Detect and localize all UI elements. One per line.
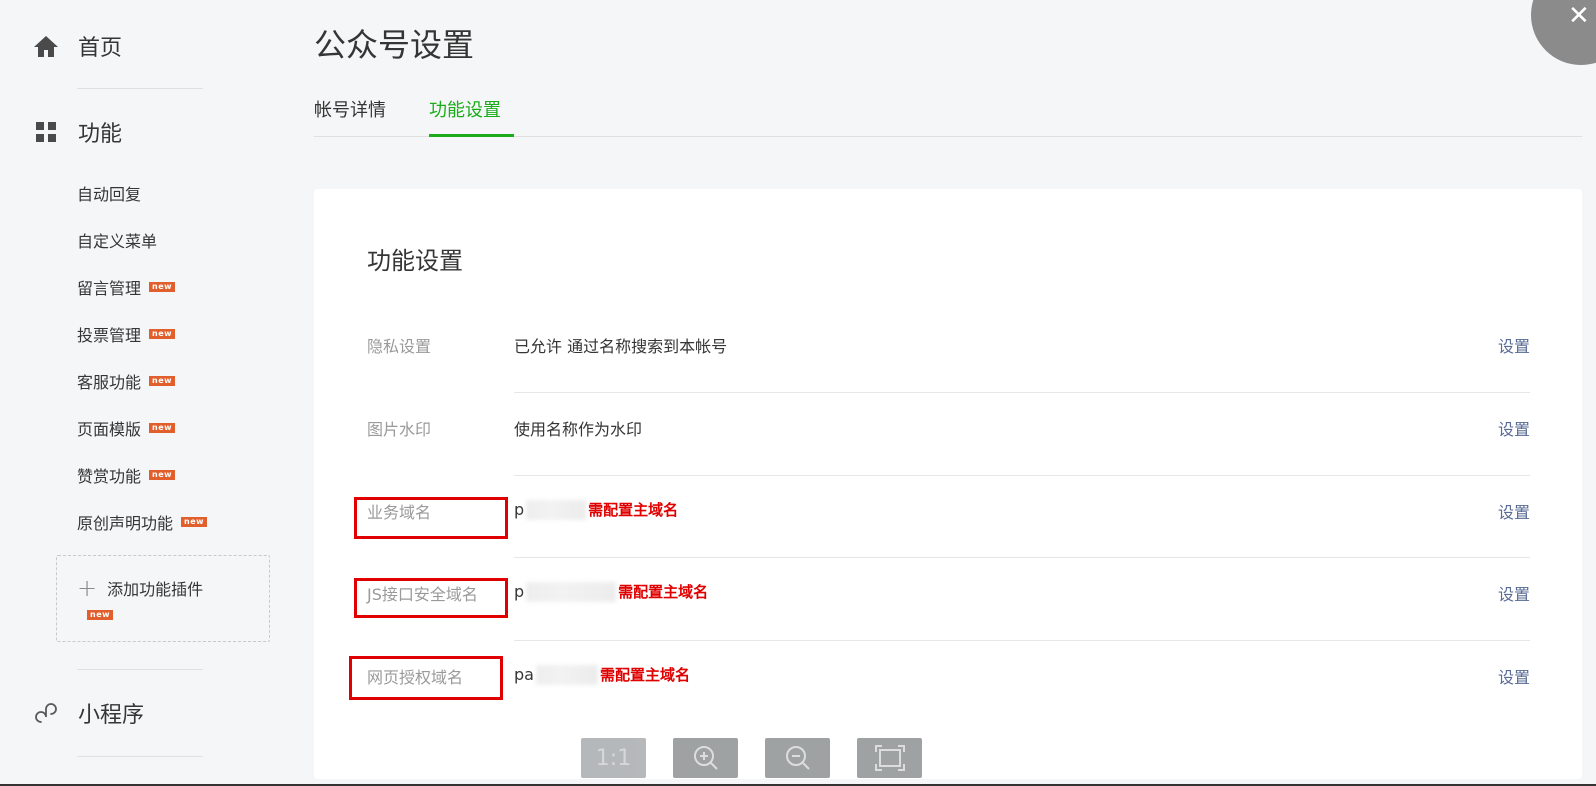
sidebar-item-label: 自定义菜单 — [77, 232, 158, 251]
zoom-in-icon — [693, 746, 718, 770]
nav-miniprogram-label: 小程序 — [78, 703, 145, 728]
tab-account-details[interactable]: 帐号详情 — [314, 96, 386, 122]
row-divider — [514, 640, 1530, 641]
close-icon: ✕ — [1568, 1, 1590, 31]
add-plugin-label: 添加功能插件 — [107, 580, 204, 599]
redacted-text — [526, 499, 587, 520]
domain-prefix: p — [514, 582, 525, 601]
business-domain-settings-link[interactable]: 设置 — [1498, 499, 1530, 523]
redacted-text — [526, 581, 617, 602]
sidebar: 首页 功能 自动回复 自定义菜单 留言管理 new 投票管理 new 客服功能 … — [0, 0, 290, 786]
divider — [77, 756, 203, 757]
annotation-box — [354, 497, 508, 539]
domain-prefix: pa — [514, 665, 534, 684]
setting-row-watermark: 图片水印 使用名称作为水印 设置 — [367, 416, 1530, 498]
new-badge: new — [149, 282, 176, 292]
grid-icon — [32, 118, 60, 146]
sidebar-item-label: 原创声明功能 — [77, 514, 174, 533]
new-badge: new — [149, 423, 176, 433]
setting-value: p 需配置主域名 — [514, 581, 708, 602]
feature-settings-card: 功能设置 隐私设置 已允许 通过名称搜索到本帐号 设置 图片水印 使用名称作为水… — [314, 189, 1582, 779]
row-divider — [514, 475, 1530, 476]
setting-row-js-domain: JS接口安全域名 p 需配置主域名 设置 — [367, 581, 1530, 663]
sidebar-item-label: 客服功能 — [77, 373, 142, 392]
privacy-settings-link[interactable]: 设置 — [1498, 333, 1530, 357]
tab-bar: 帐号详情 功能设置 — [314, 92, 1582, 137]
nav-home-label: 首页 — [78, 36, 123, 61]
annotation-box — [349, 656, 503, 700]
sidebar-item-label: 留言管理 — [77, 279, 142, 298]
nav-features-label: 功能 — [78, 122, 123, 147]
tab-feature-settings[interactable]: 功能设置 — [429, 96, 501, 122]
setting-row-oauth-domain: 网页授权域名 pa 需配置主域名 设置 — [367, 664, 1530, 746]
plus-icon: + — [77, 574, 98, 602]
sidebar-item-label: 自动回复 — [77, 185, 142, 204]
setting-value: 已允许 通过名称搜索到本帐号 — [514, 337, 728, 356]
active-tab-indicator — [429, 134, 514, 137]
sidebar-item-customer-service[interactable]: 客服功能 new — [77, 369, 176, 393]
page-title: 公众号设置 — [314, 26, 475, 64]
divider — [77, 88, 203, 89]
sidebar-item-label: 赞赏功能 — [77, 467, 142, 486]
sidebar-item-vote-mgmt[interactable]: 投票管理 new — [77, 322, 176, 346]
annotation-note: 需配置主域名 — [588, 501, 679, 519]
row-divider — [514, 392, 1530, 393]
annotation-note: 需配置主域名 — [599, 666, 690, 684]
setting-value: pa 需配置主域名 — [514, 664, 690, 685]
close-button[interactable]: ✕ — [1531, 0, 1596, 65]
actual-size-label: 1:1 — [595, 745, 632, 771]
oauth-domain-settings-link[interactable]: 设置 — [1498, 664, 1530, 688]
zoom-in-button[interactable] — [673, 738, 738, 778]
sidebar-item-comment-mgmt[interactable]: 留言管理 new — [77, 275, 176, 299]
new-badge: new — [149, 376, 176, 386]
redacted-text — [535, 664, 598, 685]
sidebar-item-auto-reply[interactable]: 自动回复 — [77, 181, 141, 205]
add-plugin-button[interactable]: + 添加功能插件 new — [56, 555, 270, 642]
new-badge: new — [149, 329, 176, 339]
home-icon — [32, 32, 60, 60]
setting-row-business-domain: 业务域名 p 需配置主域名 设置 — [367, 499, 1530, 581]
miniprogram-icon — [32, 699, 60, 727]
setting-row-privacy: 隐私设置 已允许 通过名称搜索到本帐号 设置 — [367, 333, 1530, 415]
nav-home[interactable]: 首页 — [32, 30, 122, 62]
row-divider — [514, 557, 1530, 558]
sidebar-item-label: 投票管理 — [77, 326, 142, 345]
setting-label: 图片水印 — [367, 420, 432, 439]
setting-value: p 需配置主域名 — [514, 499, 678, 520]
sidebar-item-page-template[interactable]: 页面模版 new — [77, 416, 176, 440]
js-domain-settings-link[interactable]: 设置 — [1498, 581, 1530, 605]
sidebar-item-original-declaration[interactable]: 原创声明功能 new — [77, 510, 208, 534]
nav-features[interactable]: 功能 — [32, 116, 122, 148]
zoom-out-icon — [785, 746, 810, 770]
domain-prefix: p — [514, 500, 525, 519]
zoom-out-button[interactable] — [765, 738, 830, 778]
fit-screen-button[interactable] — [857, 738, 922, 778]
new-badge: new — [149, 470, 176, 480]
divider — [77, 669, 203, 670]
new-badge: new — [181, 517, 208, 527]
fit-screen-icon — [874, 745, 905, 771]
watermark-settings-link[interactable]: 设置 — [1498, 416, 1530, 440]
sidebar-item-custom-menu[interactable]: 自定义菜单 — [77, 228, 157, 252]
new-badge: new — [87, 610, 114, 620]
setting-label: 隐私设置 — [367, 337, 432, 356]
annotation-box — [354, 578, 508, 618]
card-title: 功能设置 — [367, 247, 463, 275]
annotation-note: 需配置主域名 — [618, 583, 709, 601]
setting-value: 使用名称作为水印 — [514, 420, 643, 439]
actual-size-button[interactable]: 1:1 — [581, 738, 646, 778]
sidebar-item-reward[interactable]: 赞赏功能 new — [77, 463, 176, 487]
nav-miniprogram[interactable]: 小程序 — [32, 697, 144, 729]
sidebar-item-label: 页面模版 — [77, 420, 142, 439]
